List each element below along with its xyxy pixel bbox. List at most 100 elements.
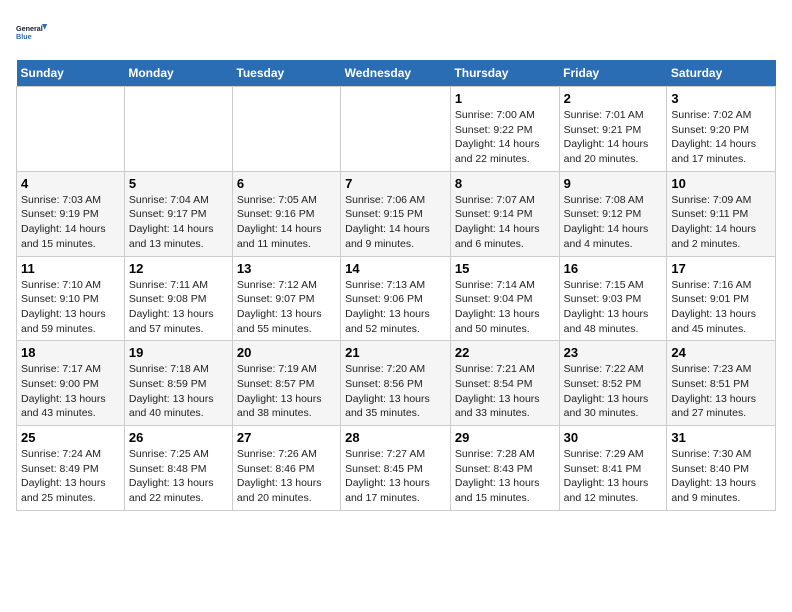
day-info: Sunrise: 7:12 AM Sunset: 9:07 PM Dayligh… bbox=[237, 278, 336, 337]
col-header-tuesday: Tuesday bbox=[232, 60, 340, 87]
calendar-cell: 28 Sunrise: 7:27 AM Sunset: 8:45 PM Dayli… bbox=[341, 426, 451, 511]
calendar-cell: 19 Sunrise: 7:18 AM Sunset: 8:59 PM Dayli… bbox=[124, 341, 232, 426]
calendar-week-4: 18Sunrise: 7:17 AM Sunset: 9:00 PM Dayli… bbox=[17, 341, 776, 426]
day-info: Sunrise: 7:08 AM Sunset: 9:12 PM Dayligh… bbox=[564, 193, 663, 252]
calendar-cell: 16 Sunrise: 7:15 AM Sunset: 9:03 PM Dayli… bbox=[559, 256, 667, 341]
calendar-cell: 2 Sunrise: 7:01 AM Sunset: 9:21 PM Daylig… bbox=[559, 87, 667, 172]
day-number: 21 bbox=[345, 345, 446, 360]
day-number: 17 bbox=[671, 261, 771, 276]
calendar-cell: 6 Sunrise: 7:05 AM Sunset: 9:16 PM Daylig… bbox=[232, 171, 340, 256]
calendar-week-3: 11 Sunrise: 7:10 AM Sunset: 9:10 PM Dayli… bbox=[17, 256, 776, 341]
col-header-saturday: Saturday bbox=[667, 60, 776, 87]
calendar-cell: 11 Sunrise: 7:10 AM Sunset: 9:10 PM Dayli… bbox=[17, 256, 125, 341]
calendar-cell: 29Sunrise: 7:28 AM Sunset: 8:43 PM Dayli… bbox=[450, 426, 559, 511]
day-number: 13 bbox=[237, 261, 336, 276]
day-info: Sunrise: 7:05 AM Sunset: 9:16 PM Dayligh… bbox=[237, 193, 336, 252]
day-info: Sunrise: 7:20 AM Sunset: 8:56 PM Dayligh… bbox=[345, 362, 446, 421]
day-info: Sunrise: 7:26 AM Sunset: 8:46 PM Dayligh… bbox=[237, 447, 336, 506]
logo-icon: GeneralBlue bbox=[16, 16, 48, 48]
day-number: 16 bbox=[564, 261, 663, 276]
day-number: 8 bbox=[455, 176, 555, 191]
day-number: 24 bbox=[671, 345, 771, 360]
svg-text:Blue: Blue bbox=[16, 32, 32, 41]
day-number: 12 bbox=[129, 261, 228, 276]
calendar-cell: 20Sunrise: 7:19 AM Sunset: 8:57 PM Dayli… bbox=[232, 341, 340, 426]
calendar-header-row: SundayMondayTuesdayWednesdayThursdayFrid… bbox=[17, 60, 776, 87]
day-info: Sunrise: 7:22 AM Sunset: 8:52 PM Dayligh… bbox=[564, 362, 663, 421]
header: GeneralBlue bbox=[16, 16, 776, 48]
day-number: 28 bbox=[345, 430, 446, 445]
calendar-cell: 18Sunrise: 7:17 AM Sunset: 9:00 PM Dayli… bbox=[17, 341, 125, 426]
calendar-cell: 1Sunrise: 7:00 AM Sunset: 9:22 PM Daylig… bbox=[450, 87, 559, 172]
day-info: Sunrise: 7:27 AM Sunset: 8:45 PM Dayligh… bbox=[345, 447, 446, 506]
day-info: Sunrise: 7:16 AM Sunset: 9:01 PM Dayligh… bbox=[671, 278, 771, 337]
calendar-cell: 24 Sunrise: 7:23 AM Sunset: 8:51 PM Dayli… bbox=[667, 341, 776, 426]
calendar-cell: 22 Sunrise: 7:21 AM Sunset: 8:54 PM Dayli… bbox=[450, 341, 559, 426]
day-number: 2 bbox=[564, 91, 663, 106]
calendar-cell: 25Sunrise: 7:24 AM Sunset: 8:49 PM Dayli… bbox=[17, 426, 125, 511]
day-number: 9 bbox=[564, 176, 663, 191]
day-info: Sunrise: 7:13 AM Sunset: 9:06 PM Dayligh… bbox=[345, 278, 446, 337]
day-info: Sunrise: 7:10 AM Sunset: 9:10 PM Dayligh… bbox=[21, 278, 120, 337]
calendar-week-1: 1Sunrise: 7:00 AM Sunset: 9:22 PM Daylig… bbox=[17, 87, 776, 172]
calendar-cell: 10Sunrise: 7:09 AM Sunset: 9:11 PM Dayli… bbox=[667, 171, 776, 256]
col-header-monday: Monday bbox=[124, 60, 232, 87]
day-info: Sunrise: 7:17 AM Sunset: 9:00 PM Dayligh… bbox=[21, 362, 120, 421]
calendar-cell: 13 Sunrise: 7:12 AM Sunset: 9:07 PM Dayli… bbox=[232, 256, 340, 341]
calendar-cell: 30 Sunrise: 7:29 AM Sunset: 8:41 PM Dayli… bbox=[559, 426, 667, 511]
day-number: 3 bbox=[671, 91, 771, 106]
calendar-cell: 5Sunrise: 7:04 AM Sunset: 9:17 PM Daylig… bbox=[124, 171, 232, 256]
calendar-cell: 8 Sunrise: 7:07 AM Sunset: 9:14 PM Daylig… bbox=[450, 171, 559, 256]
logo: GeneralBlue bbox=[16, 16, 48, 48]
day-info: Sunrise: 7:09 AM Sunset: 9:11 PM Dayligh… bbox=[671, 193, 771, 252]
calendar-cell: 15Sunrise: 7:14 AM Sunset: 9:04 PM Dayli… bbox=[450, 256, 559, 341]
day-info: Sunrise: 7:11 AM Sunset: 9:08 PM Dayligh… bbox=[129, 278, 228, 337]
calendar-cell: 17 Sunrise: 7:16 AM Sunset: 9:01 PM Dayli… bbox=[667, 256, 776, 341]
day-info: Sunrise: 7:04 AM Sunset: 9:17 PM Dayligh… bbox=[129, 193, 228, 252]
calendar-cell: 23 Sunrise: 7:22 AM Sunset: 8:52 PM Dayli… bbox=[559, 341, 667, 426]
calendar-cell bbox=[232, 87, 340, 172]
day-info: Sunrise: 7:24 AM Sunset: 8:49 PM Dayligh… bbox=[21, 447, 120, 506]
calendar-week-2: 4 Sunrise: 7:03 AM Sunset: 9:19 PM Daylig… bbox=[17, 171, 776, 256]
day-number: 4 bbox=[21, 176, 120, 191]
calendar-cell bbox=[124, 87, 232, 172]
day-number: 6 bbox=[237, 176, 336, 191]
calendar-cell: 7 Sunrise: 7:06 AM Sunset: 9:15 PM Daylig… bbox=[341, 171, 451, 256]
day-info: Sunrise: 7:25 AM Sunset: 8:48 PM Dayligh… bbox=[129, 447, 228, 506]
day-number: 15 bbox=[455, 261, 555, 276]
calendar-cell: 4 Sunrise: 7:03 AM Sunset: 9:19 PM Daylig… bbox=[17, 171, 125, 256]
calendar-table: SundayMondayTuesdayWednesdayThursdayFrid… bbox=[16, 60, 776, 511]
day-number: 23 bbox=[564, 345, 663, 360]
col-header-friday: Friday bbox=[559, 60, 667, 87]
calendar-cell: 27Sunrise: 7:26 AM Sunset: 8:46 PM Dayli… bbox=[232, 426, 340, 511]
day-info: Sunrise: 7:02 AM Sunset: 9:20 PM Dayligh… bbox=[671, 108, 771, 167]
calendar-cell bbox=[17, 87, 125, 172]
day-info: Sunrise: 7:01 AM Sunset: 9:21 PM Dayligh… bbox=[564, 108, 663, 167]
calendar-cell: 14 Sunrise: 7:13 AM Sunset: 9:06 PM Dayli… bbox=[341, 256, 451, 341]
day-number: 1 bbox=[455, 91, 555, 106]
day-number: 22 bbox=[455, 345, 555, 360]
day-info: Sunrise: 7:19 AM Sunset: 8:57 PM Dayligh… bbox=[237, 362, 336, 421]
day-number: 11 bbox=[21, 261, 120, 276]
day-number: 29 bbox=[455, 430, 555, 445]
day-number: 14 bbox=[345, 261, 446, 276]
day-info: Sunrise: 7:15 AM Sunset: 9:03 PM Dayligh… bbox=[564, 278, 663, 337]
day-info: Sunrise: 7:23 AM Sunset: 8:51 PM Dayligh… bbox=[671, 362, 771, 421]
day-info: Sunrise: 7:07 AM Sunset: 9:14 PM Dayligh… bbox=[455, 193, 555, 252]
calendar-cell: 3 Sunrise: 7:02 AM Sunset: 9:20 PM Daylig… bbox=[667, 87, 776, 172]
day-number: 7 bbox=[345, 176, 446, 191]
day-number: 30 bbox=[564, 430, 663, 445]
day-info: Sunrise: 7:03 AM Sunset: 9:19 PM Dayligh… bbox=[21, 193, 120, 252]
col-header-thursday: Thursday bbox=[450, 60, 559, 87]
day-number: 31 bbox=[671, 430, 771, 445]
day-info: Sunrise: 7:18 AM Sunset: 8:59 PM Dayligh… bbox=[129, 362, 228, 421]
day-number: 19 bbox=[129, 345, 228, 360]
calendar-cell: 31 Sunrise: 7:30 AM Sunset: 8:40 PM Dayli… bbox=[667, 426, 776, 511]
calendar-week-5: 25Sunrise: 7:24 AM Sunset: 8:49 PM Dayli… bbox=[17, 426, 776, 511]
day-info: Sunrise: 7:21 AM Sunset: 8:54 PM Dayligh… bbox=[455, 362, 555, 421]
day-info: Sunrise: 7:30 AM Sunset: 8:40 PM Dayligh… bbox=[671, 447, 771, 506]
calendar-cell: 12 Sunrise: 7:11 AM Sunset: 9:08 PM Dayli… bbox=[124, 256, 232, 341]
col-header-wednesday: Wednesday bbox=[341, 60, 451, 87]
day-info: Sunrise: 7:29 AM Sunset: 8:41 PM Dayligh… bbox=[564, 447, 663, 506]
day-info: Sunrise: 7:06 AM Sunset: 9:15 PM Dayligh… bbox=[345, 193, 446, 252]
